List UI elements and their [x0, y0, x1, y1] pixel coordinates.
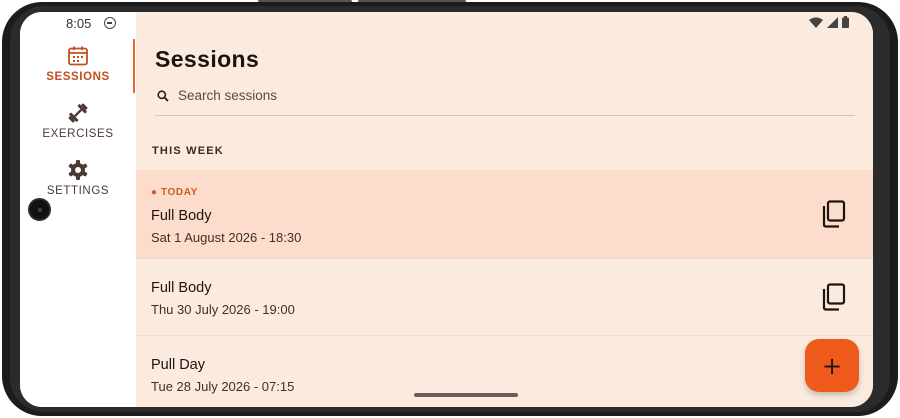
- search-icon: [157, 90, 169, 102]
- signal-icon: [827, 16, 838, 28]
- session-date: Sat 1 August 2026 - 18:30: [151, 230, 302, 245]
- copy-icon[interactable]: [821, 283, 847, 311]
- nav-item-exercises[interactable]: EXERCISES: [20, 101, 136, 140]
- search-field[interactable]: Search sessions: [155, 86, 855, 116]
- session-date: Thu 30 July 2026 - 19:00: [151, 302, 295, 317]
- app-screen: 8:05 SESSIONS EXERCISES SETTINGS Session…: [20, 12, 873, 407]
- session-name: Full Body: [151, 280, 212, 296]
- dumbbell-icon: [68, 103, 88, 123]
- wifi-icon: [809, 17, 823, 28]
- front-camera: [28, 198, 51, 221]
- nav-label-settings: SETTINGS: [46, 185, 110, 197]
- nav-active-indicator: [133, 39, 135, 93]
- status-notification-icon: [104, 17, 116, 29]
- session-name: Full Body: [151, 208, 212, 224]
- status-icons: [809, 16, 849, 28]
- status-time: 8:05: [66, 16, 92, 31]
- session-row[interactable]: Full Body Thu 30 July 2026 - 19:00: [136, 259, 873, 336]
- session-date: Tue 28 July 2026 - 07:15: [151, 379, 295, 394]
- nav-item-sessions[interactable]: SESSIONS: [20, 44, 136, 83]
- calendar-icon: [68, 46, 88, 66]
- sessions-pane: Sessions Search sessions THIS WEEK ● TOD…: [136, 12, 873, 407]
- nav-item-settings[interactable]: SETTINGS: [20, 158, 136, 197]
- nav-label-exercises: EXERCISES: [42, 128, 114, 140]
- session-row[interactable]: ● TODAY Full Body Sat 1 August 2026 - 18…: [136, 170, 873, 259]
- home-indicator[interactable]: [414, 393, 518, 397]
- copy-icon[interactable]: [821, 200, 847, 228]
- nav-label-sessions: SESSIONS: [46, 71, 110, 83]
- add-session-button[interactable]: +: [805, 339, 859, 392]
- battery-icon: [842, 16, 849, 28]
- page-title: Sessions: [155, 46, 260, 72]
- search-input[interactable]: Search sessions: [178, 88, 778, 103]
- section-header: THIS WEEK: [152, 145, 224, 157]
- today-badge: ● TODAY: [151, 187, 198, 198]
- session-name: Pull Day: [151, 357, 205, 373]
- gear-icon: [68, 160, 88, 180]
